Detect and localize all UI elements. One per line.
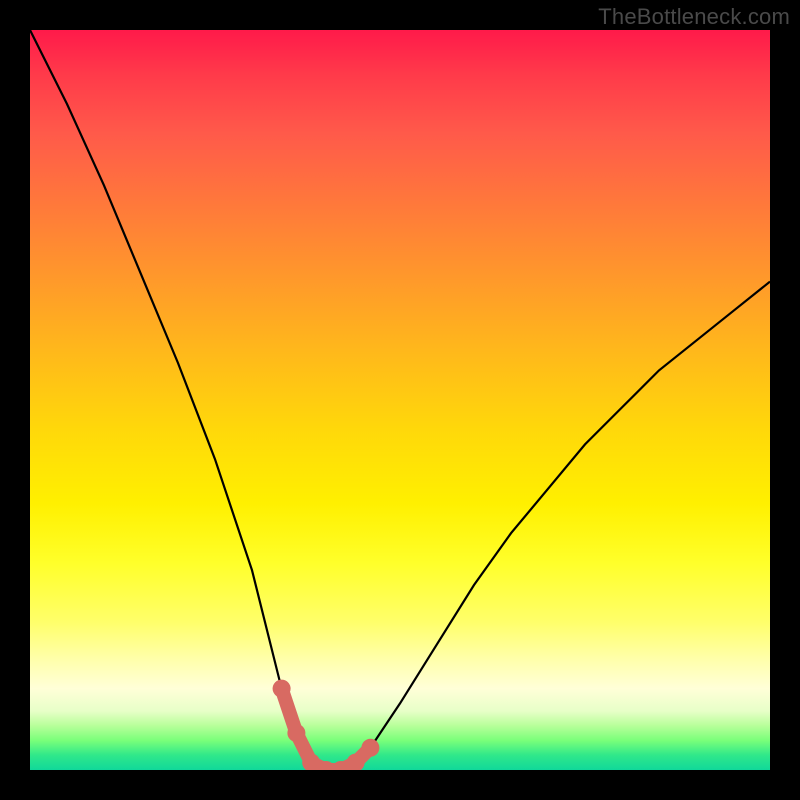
bottleneck-curve-line	[30, 30, 770, 770]
outer-black-frame: TheBottleneck.com	[0, 0, 800, 800]
watermark-text: TheBottleneck.com	[598, 4, 790, 30]
curve-layer	[30, 30, 770, 770]
plot-area	[30, 30, 770, 770]
overlay-dot	[273, 680, 291, 698]
overlay-dot	[361, 739, 379, 757]
overlay-dot	[287, 724, 305, 742]
